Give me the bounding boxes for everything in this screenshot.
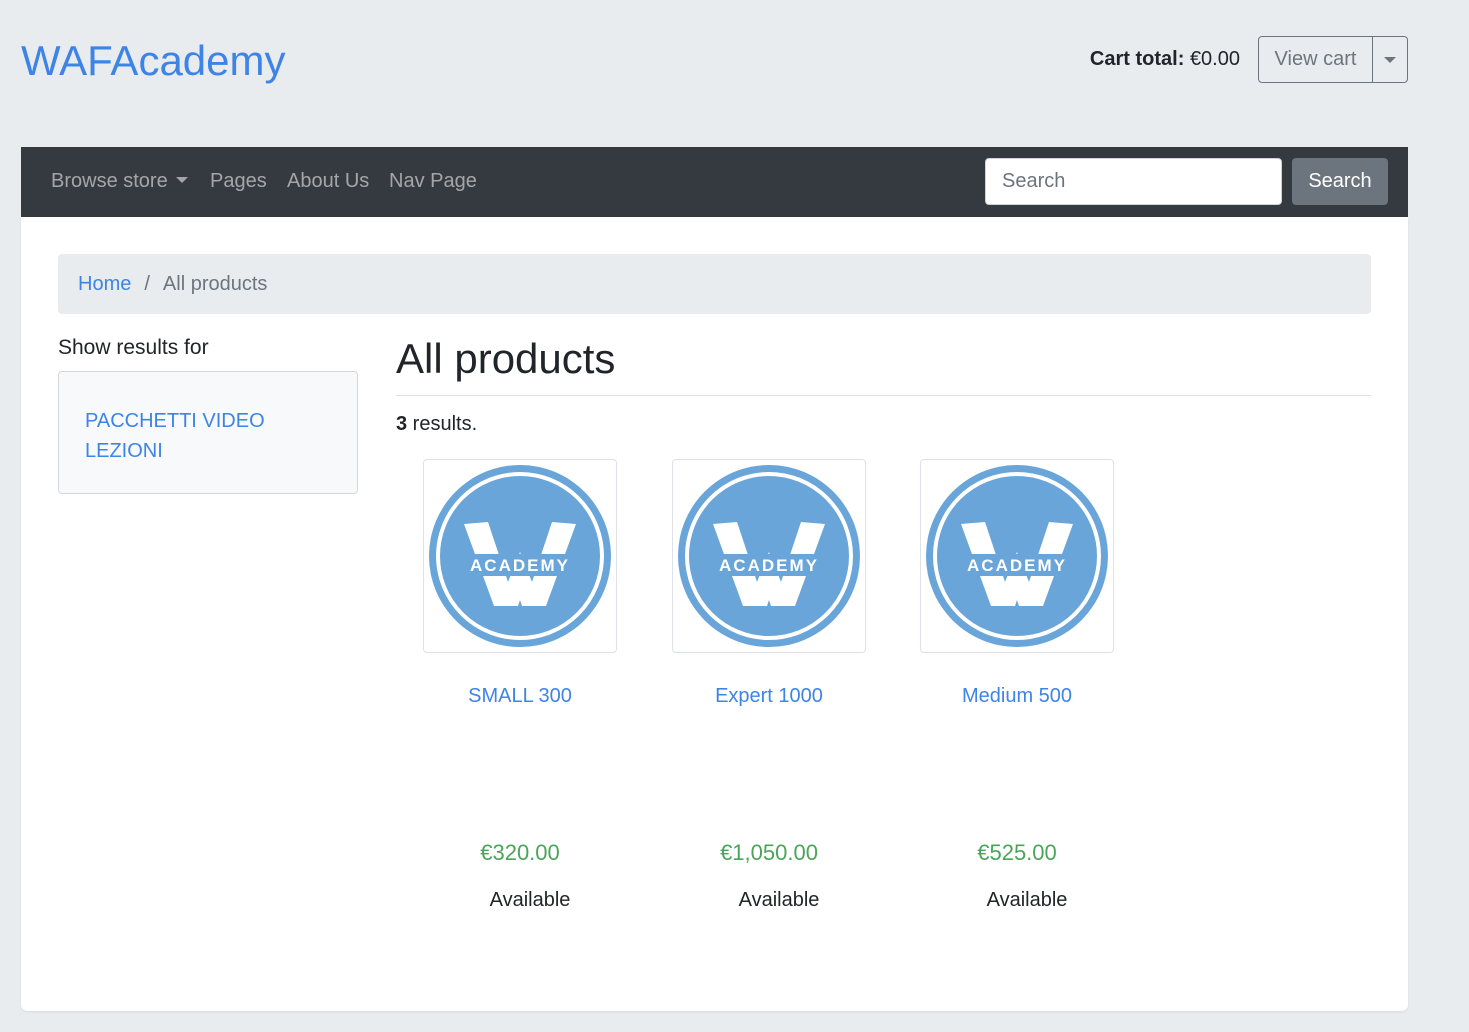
academy-logo-icon: ACADEMY [429,465,611,647]
category-link[interactable]: PACCHETTI VIDEO LEZIONI [85,406,305,466]
product-thumbnail[interactable]: ACADEMY [920,459,1114,653]
logo-lettering: ACADEMY [719,556,819,575]
category-filter-box: PACCHETTI VIDEO LEZIONI [58,371,358,494]
product-availability: Available [489,889,571,911]
page-content: Home / All products Show results for PAC… [21,217,1408,1011]
academy-logo-icon: ACADEMY [926,465,1108,647]
breadcrumb-separator: / [144,272,150,295]
caret-down-icon [1384,56,1396,63]
product-card: ACADEMY Expert 1000 €1,050.00 Available [672,459,866,912]
logo-lettering: ACADEMY [967,556,1067,575]
nav-about-us[interactable]: About Us [287,169,369,193]
product-name-link[interactable]: Medium 500 [920,684,1114,708]
nav-browse-store-label: Browse store [51,170,168,192]
product-card: ACADEMY SMALL 300 €320.00 Available [423,459,617,912]
product-card: ACADEMY Medium 500 €525.00 Available [920,459,1114,912]
title-divider [396,395,1371,396]
product-availability: Available [738,889,820,911]
breadcrumb: Home / All products [58,254,1371,314]
results-suffix: results. [407,413,478,435]
search-button[interactable]: Search [1292,158,1388,205]
product-availability: Available [986,889,1068,911]
site-brand[interactable]: WAFAcademy [21,36,286,86]
breadcrumb-home-link[interactable]: Home [78,273,131,296]
product-price: €320.00 [480,840,560,865]
logo-lettering: ACADEMY [470,556,570,575]
navbar: Browse store Pages About Us Nav Page Sea… [21,147,1408,217]
academy-logo-icon: ACADEMY [678,465,860,647]
cart-dropdown-toggle[interactable] [1373,36,1408,83]
product-name-link[interactable]: Expert 1000 [672,684,866,708]
sidebar-title: Show results for [58,336,209,359]
cart-total-value: €0.00 [1189,48,1240,70]
cart-total-label: Cart total: [1089,48,1185,70]
cart-button-group: View cart [1258,36,1408,83]
product-name-link[interactable]: SMALL 300 [423,684,617,708]
results-count: 3 results. [396,412,477,436]
results-number: 3 [396,413,408,435]
product-price: €1,050.00 [720,840,818,865]
cart-total: Cart total: €0.00 [1090,47,1240,71]
nav-nav-page[interactable]: Nav Page [389,169,477,193]
breadcrumb-current: All products [162,272,268,295]
view-cart-button[interactable]: View cart [1258,36,1373,83]
caret-down-icon [175,177,188,183]
search-input[interactable] [985,158,1282,205]
product-thumbnail[interactable]: ACADEMY [423,459,617,653]
nav-browse-store[interactable]: Browse store [51,169,188,193]
nav-pages[interactable]: Pages [210,169,267,193]
product-price: €525.00 [977,840,1057,865]
product-thumbnail[interactable]: ACADEMY [672,459,866,653]
page-title: All products [396,335,616,382]
